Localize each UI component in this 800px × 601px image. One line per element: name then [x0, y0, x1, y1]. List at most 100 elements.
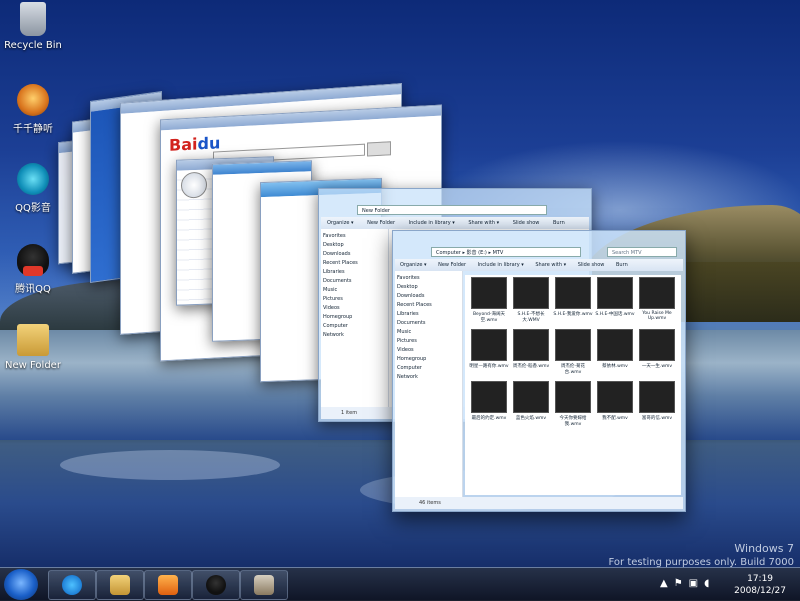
- qq-penguin-icon: [17, 244, 49, 276]
- file-name: 今天你要嫁给我.wmv: [559, 416, 587, 427]
- video-thumbnail-icon: [555, 381, 591, 413]
- file-name: 一天一生.wmv: [641, 364, 673, 369]
- nav-item-music[interactable]: Music: [397, 329, 460, 335]
- nav-item-libraries[interactable]: Libraries: [397, 311, 460, 317]
- nav-item-computer[interactable]: Computer: [323, 323, 386, 329]
- desktop-icon-label: QQ影音: [15, 203, 51, 214]
- nav-item-desktop[interactable]: Desktop: [323, 242, 386, 248]
- file-thumbnail[interactable]: 周杰伦-稻香.wmv: [511, 329, 551, 369]
- nav-item-videos[interactable]: Videos: [397, 347, 460, 353]
- taskbar-clock[interactable]: 17:19 2008/12/27: [734, 573, 786, 597]
- nav-item-recent-places[interactable]: Recent Places: [323, 260, 386, 266]
- nav-item-recent-places[interactable]: Recent Places: [397, 302, 460, 308]
- file-thumbnail[interactable]: 富哥的信.wmv: [637, 381, 677, 421]
- search-button[interactable]: [367, 141, 391, 157]
- include-in-library-button[interactable]: Include in library ▾: [478, 262, 524, 268]
- file-name: 周杰伦-稻香.wmv: [512, 364, 550, 369]
- taskbar: ▲⚑▣◖ 17:19 2008/12/27: [0, 567, 800, 601]
- desktop-icon-label: 千千静听: [13, 124, 53, 135]
- file-thumbnail[interactable]: 蔡依林.wmv: [595, 329, 635, 369]
- include-in-library-button[interactable]: Include in library ▾: [409, 220, 455, 226]
- media-player-icon: [158, 575, 178, 595]
- network-icon[interactable]: ▣: [689, 578, 704, 589]
- file-thumbnail[interactable]: 周杰伦-菊花台.wmv: [553, 329, 593, 375]
- burn-button[interactable]: Burn: [616, 262, 628, 268]
- file-thumbnail[interactable]: S.H.E-不想长大.WMV: [511, 277, 551, 323]
- file-name: S.H.E-不想长大.WMV: [517, 312, 545, 323]
- show-hidden-icons-icon[interactable]: ▲: [660, 578, 674, 589]
- start-button[interactable]: [4, 569, 38, 600]
- address-bar[interactable]: New Folder: [357, 205, 547, 215]
- slide-show-button[interactable]: Slide show: [513, 220, 540, 226]
- nav-item-network[interactable]: Network: [397, 374, 460, 380]
- nav-item-homegroup[interactable]: Homegroup: [323, 314, 386, 320]
- nav-item-network[interactable]: Network: [323, 332, 386, 338]
- burn-button[interactable]: Burn: [553, 220, 565, 226]
- desktop-icon-qq[interactable]: 腾讯QQ: [0, 244, 66, 295]
- taskbar-button-windows-explorer[interactable]: [96, 570, 144, 600]
- desktop-icon-qqplayer[interactable]: QQ影音: [0, 163, 66, 214]
- file-thumbnail[interactable]: You Raise Me Up.wmv: [637, 277, 677, 321]
- video-thumbnail-icon: [513, 381, 549, 413]
- file-name: 富哥的信.wmv: [641, 416, 673, 421]
- new-folder-button[interactable]: New Folder: [367, 220, 395, 226]
- file-name: S.H.E-我爱你.wmv: [553, 312, 593, 317]
- nav-item-favorites[interactable]: Favorites: [397, 275, 460, 281]
- taskbar-button-qq[interactable]: [192, 570, 240, 600]
- nav-item-pictures[interactable]: Pictures: [323, 296, 386, 302]
- file-name: You Raise Me Up.wmv: [642, 311, 672, 321]
- file-thumbnail[interactable]: 一天一生.wmv: [637, 329, 677, 369]
- file-thumbnail[interactable]: 明星—路有你.wmv: [469, 329, 509, 369]
- taskbar-button-internet-explorer[interactable]: [48, 570, 96, 600]
- video-thumbnail-icon: [555, 277, 591, 309]
- nav-item-documents[interactable]: Documents: [397, 320, 460, 326]
- windows-explorer-icon: [110, 575, 130, 595]
- nav-item-music[interactable]: Music: [323, 287, 386, 293]
- video-thumbnail-icon: [597, 329, 633, 361]
- nav-item-videos[interactable]: Videos: [323, 305, 386, 311]
- action-center-flag-icon[interactable]: ⚑: [674, 578, 689, 589]
- video-thumbnail-icon: [471, 381, 507, 413]
- desktop-icon-ttplayer[interactable]: 千千静听: [0, 84, 66, 135]
- file-name: 明星—路有你.wmv: [469, 364, 509, 369]
- nav-item-computer[interactable]: Computer: [397, 365, 460, 371]
- file-thumbnail[interactable]: 今天你要嫁给我.wmv: [553, 381, 593, 427]
- taskbar-button-media-player[interactable]: [144, 570, 192, 600]
- nav-item-pictures[interactable]: Pictures: [397, 338, 460, 344]
- share-with-button[interactable]: Share with ▾: [535, 262, 566, 268]
- nav-item-documents[interactable]: Documents: [323, 278, 386, 284]
- address-bar[interactable]: Computer ▸ 影音 (E:) ▸ MTV: [431, 247, 581, 257]
- video-thumbnail-icon: [597, 277, 633, 309]
- organize-button[interactable]: Organize ▾: [400, 262, 427, 268]
- nav-item-libraries[interactable]: Libraries: [323, 269, 386, 275]
- slide-show-button[interactable]: Slide show: [578, 262, 605, 268]
- file-grid[interactable]: Beyond-海阔天空.wmv S.H.E-不想长大.WMV S.H.E-我爱你…: [465, 275, 681, 495]
- desktop-icon-recycle-bin[interactable]: Recycle Bin: [0, 2, 66, 51]
- taskbar-button-tools[interactable]: [240, 570, 288, 600]
- explorer-window-mtv[interactable]: Computer ▸ 影音 (E:) ▸ MTV Search MTV Orga…: [392, 230, 686, 512]
- video-thumbnail-icon: [513, 277, 549, 309]
- file-thumbnail[interactable]: S.H.E-中国话.wmv: [595, 277, 635, 317]
- share-with-button[interactable]: Share with ▾: [468, 220, 499, 226]
- file-thumbnail[interactable]: Beyond-海阔天空.wmv: [469, 277, 509, 323]
- recycle-bin-icon: [20, 2, 46, 36]
- nav-item-downloads[interactable]: Downloads: [397, 293, 460, 299]
- nav-item-desktop[interactable]: Desktop: [397, 284, 460, 290]
- desktop-icon-new-folder[interactable]: New Folder: [0, 324, 66, 371]
- volume-icon[interactable]: ◖: [704, 578, 715, 589]
- file-name: 最后的约定.wmv: [471, 416, 507, 421]
- video-thumbnail-icon: [471, 329, 507, 361]
- file-thumbnail[interactable]: S.H.E-我爱你.wmv: [553, 277, 593, 317]
- organize-button[interactable]: Organize ▾: [327, 220, 354, 226]
- nav-item-homegroup[interactable]: Homegroup: [397, 356, 460, 362]
- file-thumbnail[interactable]: 蓝色火焰.wmv: [511, 381, 551, 421]
- file-thumbnail[interactable]: 我不配.wmv: [595, 381, 635, 421]
- system-tray: ▲⚑▣◖ 17:19 2008/12/27: [660, 572, 790, 598]
- video-thumbnail-icon: [597, 381, 633, 413]
- search-input[interactable]: Search MTV: [607, 247, 677, 257]
- file-thumbnail[interactable]: 最后的约定.wmv: [469, 381, 509, 421]
- nav-item-downloads[interactable]: Downloads: [323, 251, 386, 257]
- window-titlebar: [393, 231, 685, 245]
- new-folder-button[interactable]: New Folder: [438, 262, 466, 268]
- nav-item-favorites[interactable]: Favorites: [323, 233, 386, 239]
